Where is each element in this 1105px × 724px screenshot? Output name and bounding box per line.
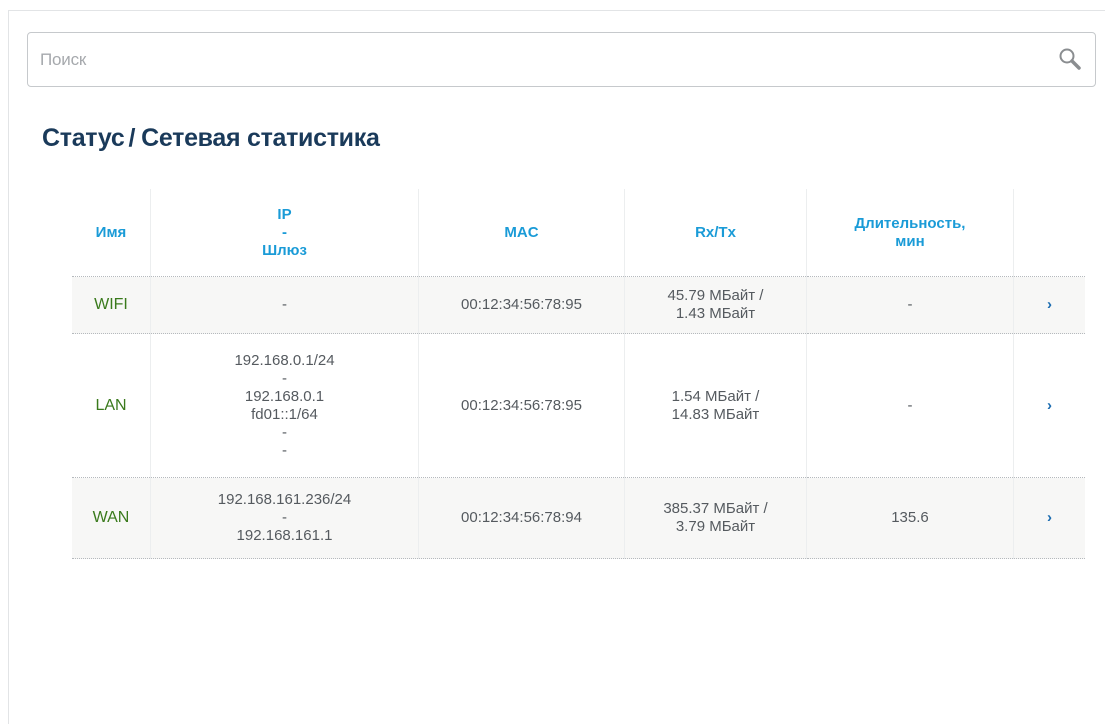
ip-line: - — [282, 296, 287, 313]
cell-ip: 192.168.161.236/24 - 192.168.161.1 — [150, 477, 419, 559]
cell-rxtx: 1.54 МБайт / 14.83 МБайт — [624, 333, 807, 478]
table-row[interactable]: WIFI - 00:12:34:56:78:95 45.79 МБайт / 1… — [72, 276, 1085, 334]
tx-value: 3.79 МБайт — [675, 518, 756, 535]
cell-mac: 00:12:34:56:78:94 — [418, 477, 625, 559]
header-gateway-label: Шлюз — [262, 241, 307, 259]
ip-line: 192.168.161.236/24 — [217, 491, 352, 508]
cell-name: WAN — [72, 477, 151, 559]
chevron-right-icon[interactable]: › — [1047, 296, 1052, 314]
rx-value: 385.37 МБайт / — [663, 500, 768, 517]
content-panel: Статус/Сетевая статистика Имя IP - Шлюз … — [8, 10, 1105, 724]
cell-mac: 00:12:34:56:78:95 — [418, 333, 625, 478]
breadcrumb-separator: / — [128, 124, 136, 152]
ip-line: - — [282, 369, 287, 387]
page-title: Статус / Сетевая статистика — [42, 124, 380, 153]
breadcrumb-page: Сетевая статистика — [141, 124, 380, 152]
ip-line: - — [282, 509, 287, 526]
cell-mac: 00:12:34:56:78:95 — [418, 276, 625, 334]
header-duration: Длительность, мин — [806, 189, 1014, 277]
ip-line: fd01::1/64 — [251, 405, 318, 423]
table-row[interactable]: LAN 192.168.0.1/24 - 192.168.0.1 fd01::1… — [72, 333, 1085, 478]
cell-ip: - — [150, 276, 419, 334]
cell-name: LAN — [72, 333, 151, 478]
rx-value: 1.54 МБайт / — [671, 387, 760, 405]
cell-duration: 135.6 — [806, 477, 1014, 559]
table-header-row: Имя IP - Шлюз MAC Rx/Tx Длительность, ми… — [72, 189, 1085, 277]
header-mac: MAC — [418, 189, 625, 277]
header-ip: IP - Шлюз — [150, 189, 419, 277]
header-duration-line1: Длительность, — [854, 214, 966, 232]
search-input[interactable] — [40, 33, 1030, 86]
header-actions — [1013, 189, 1085, 277]
ip-line: 192.168.161.1 — [236, 527, 333, 544]
ip-line: 192.168.0.1 — [244, 387, 325, 405]
tx-value: 1.43 МБайт — [675, 305, 756, 322]
header-ip-label: IP — [277, 205, 292, 223]
rx-value: 45.79 МБайт / — [667, 287, 764, 304]
cell-arrow[interactable]: › — [1013, 477, 1085, 559]
chevron-right-icon[interactable]: › — [1047, 397, 1052, 415]
header-duration-line2: мин — [895, 232, 925, 250]
tx-value: 14.83 МБайт — [671, 405, 760, 423]
header-ip-separator: - — [282, 223, 287, 241]
cell-rxtx: 385.37 МБайт / 3.79 МБайт — [624, 477, 807, 559]
breadcrumb-section: Статус — [42, 124, 125, 152]
cell-name: WIFI — [72, 276, 151, 334]
search-icon[interactable] — [1057, 46, 1083, 72]
ip-line: - — [282, 441, 287, 459]
ip-line: 192.168.0.1/24 — [234, 351, 335, 369]
ip-line: - — [282, 423, 287, 441]
cell-duration: - — [806, 333, 1014, 478]
cell-arrow[interactable]: › — [1013, 333, 1085, 478]
network-stats-table: Имя IP - Шлюз MAC Rx/Tx Длительность, ми… — [72, 189, 1085, 559]
header-rxtx: Rx/Tx — [624, 189, 807, 277]
cell-ip: 192.168.0.1/24 - 192.168.0.1 fd01::1/64 … — [150, 333, 419, 478]
table-row[interactable]: WAN 192.168.161.236/24 - 192.168.161.1 0… — [72, 477, 1085, 559]
search-box[interactable] — [27, 32, 1096, 87]
header-name: Имя — [72, 189, 151, 277]
cell-rxtx: 45.79 МБайт / 1.43 МБайт — [624, 276, 807, 334]
chevron-right-icon[interactable]: › — [1047, 509, 1052, 527]
cell-duration: - — [806, 276, 1014, 334]
cell-arrow[interactable]: › — [1013, 276, 1085, 334]
